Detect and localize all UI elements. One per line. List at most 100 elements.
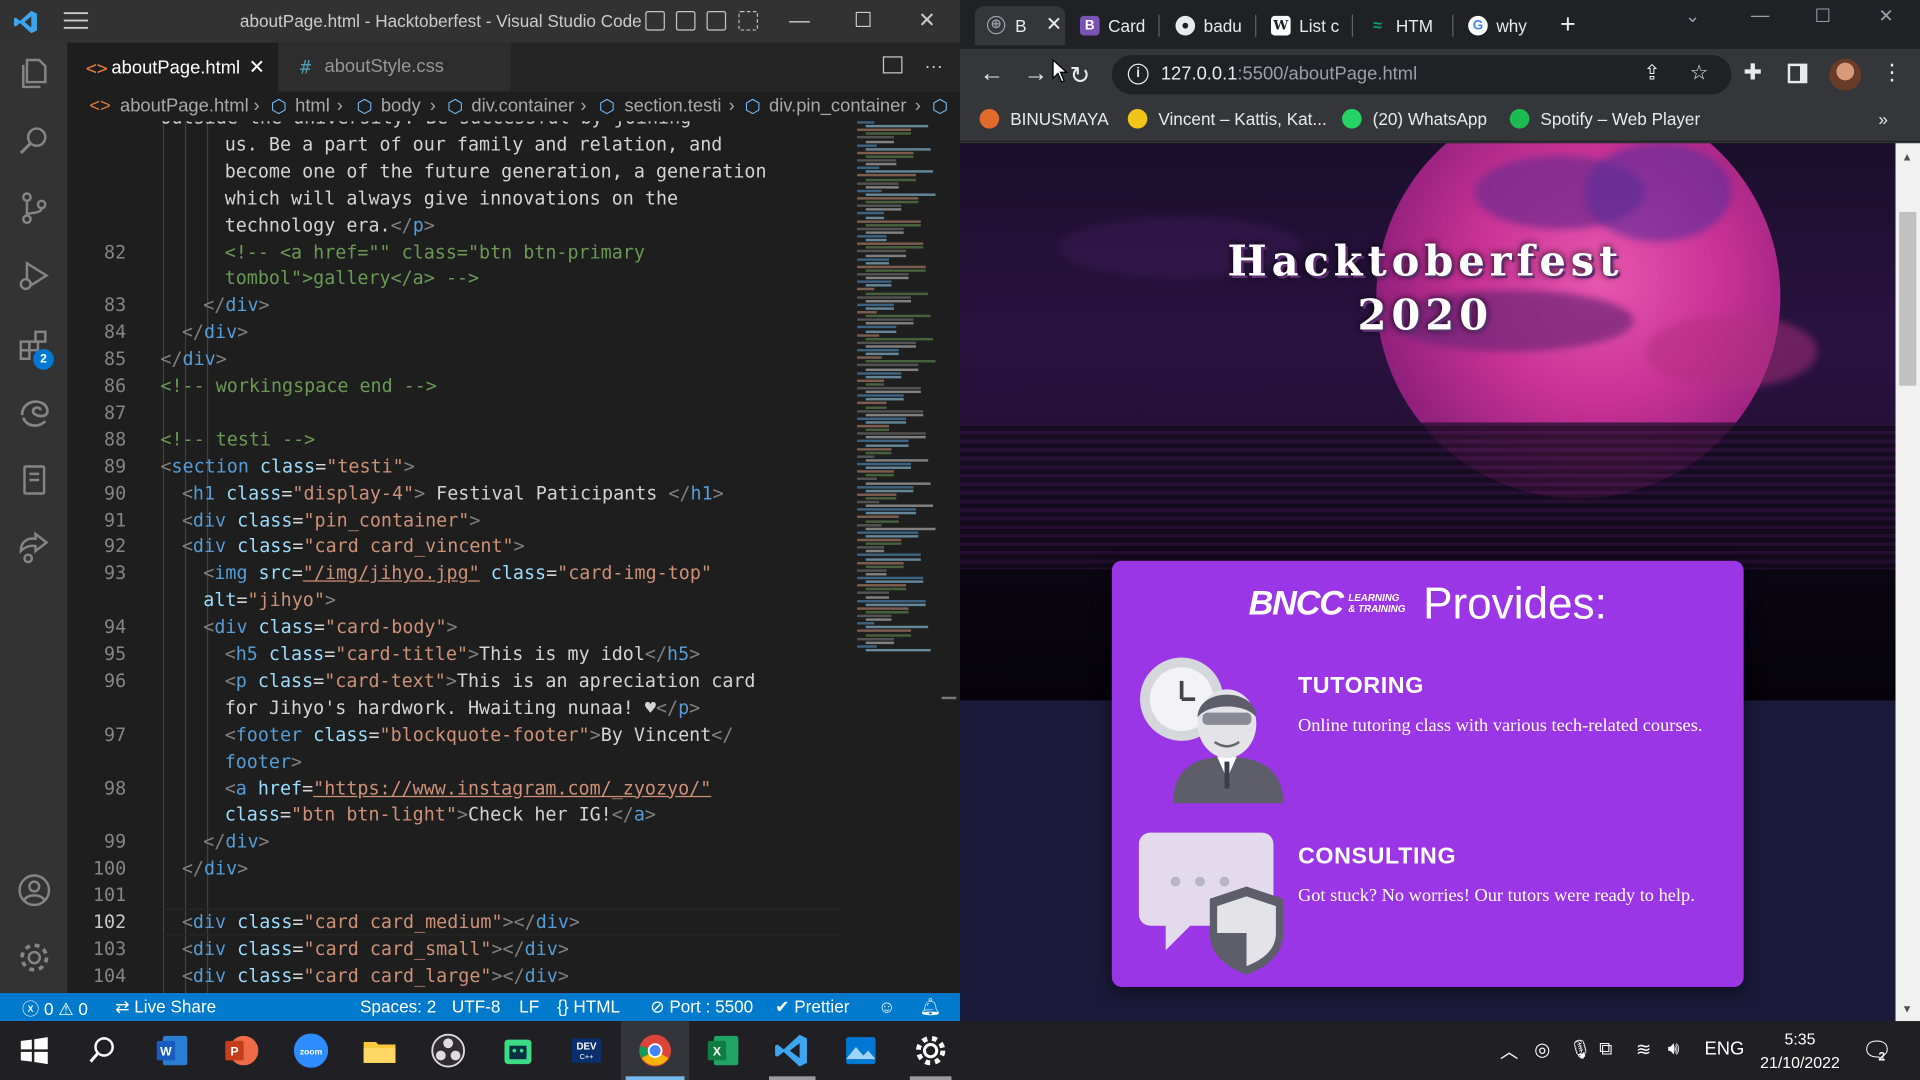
chrome-tab[interactable]: W List c xyxy=(1259,6,1347,45)
breadcrumb-item[interactable]: section.testi xyxy=(624,96,721,117)
chrome-tab[interactable]: G why xyxy=(1456,6,1542,45)
code-line[interactable]: alt="jihyo"> xyxy=(67,587,851,614)
notebook-icon[interactable] xyxy=(16,462,53,499)
split-editor-icon[interactable] xyxy=(882,56,903,74)
problems-status[interactable]: ⓧ 0 ⚠ 0 xyxy=(22,997,88,1021)
scroll-down-arrow-icon[interactable]: ▼ xyxy=(1902,1003,1913,1015)
scrollbar-thumb[interactable] xyxy=(941,696,957,700)
chrome-icon[interactable] xyxy=(634,1030,676,1072)
maximize-icon[interactable]: ☐ xyxy=(1815,5,1831,27)
breadcrumb-item[interactable]: div.pin_container xyxy=(769,96,907,117)
microphone-icon[interactable]: 🎙︎ xyxy=(1569,1038,1592,1061)
code-line[interactable]: 99 </div> xyxy=(67,828,851,855)
live-share-icon[interactable] xyxy=(16,529,53,566)
settings-gear-icon[interactable] xyxy=(16,939,53,976)
forward-icon[interactable]: → xyxy=(1021,60,1050,88)
code-line[interactable]: 88 <!-- testi --> xyxy=(67,426,851,453)
address-bar[interactable]: i 127.0.0.1:5500/aboutPage.html ⇪ ☆ xyxy=(1111,55,1732,95)
extensions-puzzle-icon[interactable]: ✚ xyxy=(1744,60,1762,86)
zoom-icon[interactable]: zoom xyxy=(290,1030,332,1072)
encoding-status[interactable]: UTF-8 xyxy=(452,997,501,1017)
close-tab-icon[interactable]: ✕ xyxy=(249,44,265,93)
explorer-icon[interactable] xyxy=(16,55,53,92)
code-line[interactable]: 92 <div class="card card_vincent"> xyxy=(67,533,851,560)
minimize-icon[interactable]: — xyxy=(785,7,814,34)
share-icon[interactable]: ⇪ xyxy=(1643,61,1660,85)
feedback-icon[interactable]: ☺ xyxy=(878,997,896,1017)
bookmark-star-icon[interactable]: ☆ xyxy=(1690,61,1709,85)
language-indicator[interactable]: ENG xyxy=(1704,1038,1744,1059)
tray-overflow-chevron-icon[interactable]: ︿ xyxy=(1500,1038,1518,1064)
search-icon[interactable] xyxy=(81,1030,123,1072)
notifications-bell-icon[interactable]: 🔔︎ xyxy=(920,997,942,1018)
bookmark-whatsapp[interactable]: (20) WhatsApp xyxy=(1342,108,1487,129)
code-line[interactable]: 90 <h1 class="display-4"> Festival Patici… xyxy=(67,480,851,507)
code-line[interactable]: 95 <h5 class="card-title">This is my idol… xyxy=(67,640,851,667)
back-icon[interactable]: ← xyxy=(977,60,1006,88)
code-line[interactable]: 96 <p class="card-text">This is an apreci… xyxy=(67,667,851,694)
code-line[interactable]: 84 </div> xyxy=(67,319,851,346)
windows-start-icon[interactable] xyxy=(13,1030,55,1072)
code-line[interactable]: 103 <div class="card card_small"></div> xyxy=(67,935,851,962)
tab-aboutpage-html[interactable]: <> aboutPage.html ✕ xyxy=(67,42,278,93)
more-actions-icon[interactable]: ··· xyxy=(924,56,942,77)
system-clock[interactable]: 5:35 21/10/2022 xyxy=(1745,1027,1855,1074)
close-window-icon[interactable]: ✕ xyxy=(1878,5,1893,27)
code-line[interactable]: become one of the future generation, a g… xyxy=(67,158,851,185)
source-control-icon[interactable] xyxy=(16,190,53,227)
code-line[interactable]: outside the university. Be successful by… xyxy=(67,121,851,131)
code-line[interactable]: footer> xyxy=(67,748,851,775)
chrome-tab[interactable]: ● badu xyxy=(1163,6,1251,45)
breadcrumb-item[interactable]: div.container xyxy=(471,96,574,117)
prettier-status[interactable]: ✔ Prettier xyxy=(775,997,849,1018)
search-icon[interactable] xyxy=(16,122,53,159)
file-explorer-icon[interactable] xyxy=(359,1030,401,1072)
accounts-icon[interactable] xyxy=(16,872,53,909)
close-tab-icon[interactable]: ✕ xyxy=(1046,6,1062,45)
indentation-status[interactable]: Spaces: 2 xyxy=(360,997,436,1017)
settings-gear-icon[interactable] xyxy=(910,1030,952,1072)
screen-share-icon[interactable]: ⧉ xyxy=(1599,1038,1612,1059)
notifications-icon[interactable]: 🗨︎ xyxy=(1861,1036,1892,1067)
code-line[interactable]: us. Be a part of our family and relation… xyxy=(67,131,851,158)
code-line[interactable]: 101 xyxy=(67,882,851,909)
code-line[interactable]: 104 <div class="card card_large"></div> xyxy=(67,962,851,989)
photos-icon[interactable] xyxy=(840,1030,882,1072)
code-line[interactable]: 85 </div> xyxy=(67,345,851,372)
editor-scrollbar[interactable] xyxy=(939,121,957,994)
code-line[interactable]: 98 <a href="https://www.instagram.com/_zy… xyxy=(67,774,851,801)
more-bookmarks-icon[interactable]: » xyxy=(1878,109,1888,129)
code-line[interactable]: 93 <img src="/img/jihyo.jpg" class="card-… xyxy=(67,560,851,587)
breadcrumb-item[interactable]: aboutPage.html xyxy=(120,96,249,117)
chrome-tab[interactable]: ≈ HTM xyxy=(1356,6,1449,45)
code-line[interactable]: 94 <div class="card-body"> xyxy=(67,614,851,641)
powerpoint-icon[interactable]: P xyxy=(220,1030,262,1072)
chrome-tab-active[interactable]: ⊕ B ✕ xyxy=(974,6,1066,46)
tab-aboutstyle-css[interactable]: # aboutStyle.css xyxy=(277,42,511,92)
customize-layout-icon[interactable] xyxy=(738,11,758,31)
excel-icon[interactable]: X xyxy=(703,1030,745,1072)
dev-cpp-icon[interactable]: DEVC++ xyxy=(566,1030,608,1072)
reload-icon[interactable]: ↻ xyxy=(1065,60,1094,91)
code-line[interactable]: which will always give innovations on th… xyxy=(67,185,851,212)
code-line[interactable]: class="btn btn-light">Check her IG!</a> xyxy=(67,801,851,828)
edge-devtools-icon[interactable] xyxy=(16,394,53,431)
toggle-panel-icon[interactable] xyxy=(675,11,696,31)
live-share-status[interactable]: ⇄ Live Share xyxy=(115,997,216,1018)
run-debug-icon[interactable] xyxy=(16,257,53,294)
breadcrumb-item[interactable]: body xyxy=(381,96,421,117)
code-line[interactable]: tombol">gallery</a> --> xyxy=(67,265,851,292)
profile-avatar[interactable] xyxy=(1829,58,1862,91)
code-line[interactable]: 102 <div class="card card_medium"></div> xyxy=(67,909,851,936)
close-window-icon[interactable]: ✕ xyxy=(912,7,941,34)
code-line[interactable]: 87 xyxy=(67,399,851,426)
minimap[interactable] xyxy=(857,121,936,660)
side-panel-icon[interactable] xyxy=(1787,63,1808,84)
webcam-icon[interactable]: ◎ xyxy=(1534,1038,1550,1061)
code-line[interactable]: 100 </div> xyxy=(67,855,851,882)
android-studio-icon[interactable] xyxy=(497,1030,539,1072)
code-line[interactable]: for Jihyo's hardwork. Hwaiting nunaa! ♥<… xyxy=(67,694,851,721)
minimize-icon[interactable]: — xyxy=(1751,5,1769,26)
scroll-up-arrow-icon[interactable]: ▲ xyxy=(1902,151,1913,163)
site-info-icon[interactable]: i xyxy=(1127,63,1149,85)
